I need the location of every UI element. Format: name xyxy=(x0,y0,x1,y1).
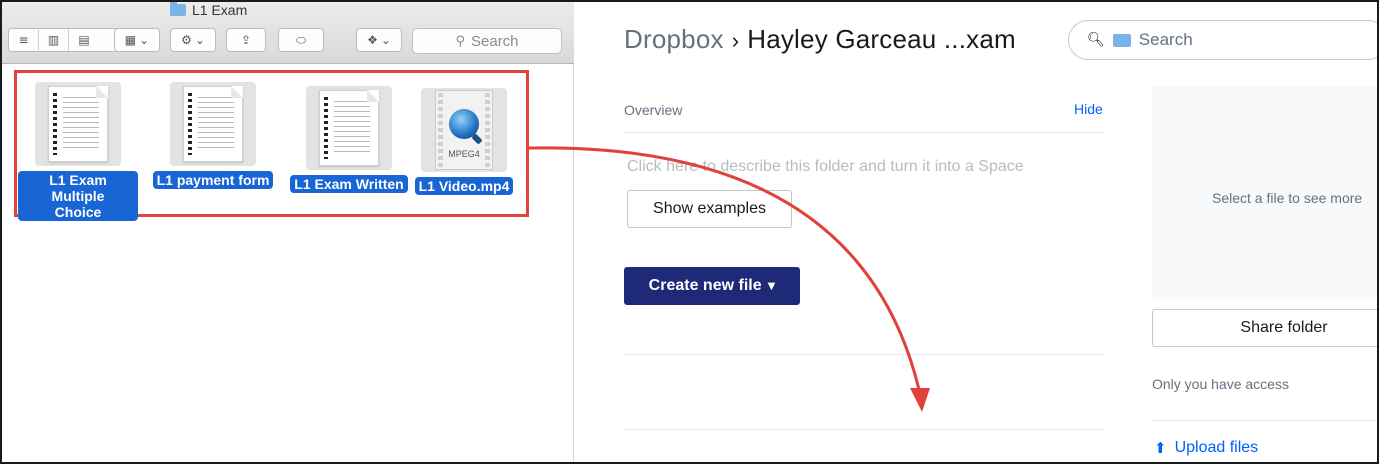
chevron-down-icon: ⌄ xyxy=(380,33,391,47)
finder-search-field[interactable]: ⚲ Search xyxy=(412,28,562,54)
breadcrumb-root-link[interactable]: Dropbox xyxy=(624,24,724,54)
file-thumbnail: MPEG4 xyxy=(421,88,507,172)
divider xyxy=(1152,420,1377,421)
describe-folder-prompt[interactable]: Click here to describe this folder and t… xyxy=(627,158,1024,176)
divider xyxy=(624,429,1104,430)
finder-title-text: L1 Exam xyxy=(192,2,248,18)
access-status-text: Only you have access xyxy=(1152,376,1289,392)
folder-icon xyxy=(1112,33,1131,47)
dropbox-search-input[interactable]: 🔍︎ Search xyxy=(1068,20,1377,60)
document-icon xyxy=(183,86,243,162)
video-file-icon: MPEG4 xyxy=(435,90,493,170)
tag-icon: ⬭ xyxy=(295,32,307,47)
finder-window: L1 Exam ≡ ▥ ▤ ▦ ⌄ ⚙ ⌄ ⇪ ⬭ ❖ ⌄ ⚲ Search L… xyxy=(2,2,574,462)
chevron-down-icon: ⌄ xyxy=(139,33,150,47)
breadcrumb-separator-icon: › xyxy=(731,28,740,53)
file-item[interactable]: MPEG4 L1 Video.mp4 xyxy=(412,88,516,196)
tag-button[interactable]: ⬭ xyxy=(278,28,324,52)
divider xyxy=(624,132,1104,133)
create-new-file-button[interactable]: Create new file ▼ xyxy=(624,267,800,305)
dropbox-menu-button[interactable]: ❖ ⌄ xyxy=(356,28,402,52)
file-thumbnail xyxy=(306,86,392,170)
show-examples-button[interactable]: Show examples xyxy=(627,190,792,228)
finder-toolbar: L1 Exam ≡ ▥ ▤ ▦ ⌄ ⚙ ⌄ ⇪ ⬭ ❖ ⌄ ⚲ Search xyxy=(2,2,574,64)
share-button[interactable]: ⇪ xyxy=(226,28,266,52)
folder-icon xyxy=(170,2,186,16)
finder-search-placeholder: Search xyxy=(471,32,519,50)
screenshot-frame: L1 Exam ≡ ▥ ▤ ▦ ⌄ ⚙ ⌄ ⇪ ⬭ ❖ ⌄ ⚲ Search L… xyxy=(0,0,1379,464)
document-icon xyxy=(319,90,379,166)
view-mode-segment[interactable]: ≡ ▥ ▤ xyxy=(8,28,128,52)
document-icon xyxy=(48,86,108,162)
file-name-label: L1 Video.mp4 xyxy=(414,177,514,195)
arrange-button[interactable]: ▦ ⌄ xyxy=(114,28,160,52)
dropbox-web-page: Dropbox › Hayley Garceau ...xam 🔍︎ Search … xyxy=(574,2,1377,462)
column-view-icon[interactable]: ▥ xyxy=(39,29,69,51)
gear-icon: ⚙ xyxy=(181,33,192,47)
finder-window-title: L1 Exam xyxy=(170,2,247,18)
upload-arrow-icon: ⬆ xyxy=(1154,439,1167,457)
file-item[interactable]: L1 payment form xyxy=(150,82,276,190)
overview-label: Overview xyxy=(624,102,683,118)
breadcrumb-current-folder: Hayley Garceau ...xam xyxy=(747,24,1016,54)
dropbox-search-placeholder: Search xyxy=(1138,30,1193,49)
file-name-label: L1 Exam Multiple Choice xyxy=(18,171,138,221)
list-view-icon[interactable]: ≡ xyxy=(9,29,39,51)
arrange-icon: ▦ xyxy=(124,33,137,47)
mpeg4-badge: MPEG4 xyxy=(448,149,480,159)
chevron-down-icon: ⌄ xyxy=(194,33,205,47)
file-thumbnail xyxy=(170,82,256,166)
file-preview-panel: Select a file to see more xyxy=(1152,86,1377,300)
quicktime-icon xyxy=(449,109,479,139)
search-icon: ⚲ xyxy=(455,33,465,49)
file-item[interactable]: L1 Exam Multiple Choice xyxy=(18,82,138,222)
file-name-label: L1 Exam Written xyxy=(290,175,408,193)
dropbox-icon: ❖ xyxy=(367,33,378,47)
breadcrumb: Dropbox › Hayley Garceau ...xam xyxy=(624,24,1016,55)
preview-placeholder-text: Select a file to see more xyxy=(1212,190,1363,206)
file-thumbnail xyxy=(35,82,121,166)
action-button[interactable]: ⚙ ⌄ xyxy=(170,28,216,52)
caret-down-icon: ▼ xyxy=(767,280,776,292)
share-icon: ⇪ xyxy=(240,33,252,47)
file-name-label: L1 payment form xyxy=(152,171,274,189)
share-folder-button[interactable]: Share folder xyxy=(1152,309,1377,347)
upload-files-link[interactable]: ⬆ Upload files xyxy=(1154,439,1258,457)
search-icon: 🔍︎ xyxy=(1087,32,1105,48)
file-item[interactable]: L1 Exam Written xyxy=(288,86,410,194)
divider xyxy=(624,354,1104,355)
create-new-file-label: Create new file xyxy=(648,277,762,294)
hide-overview-link[interactable]: Hide xyxy=(1074,101,1103,117)
coverflow-view-icon[interactable]: ▤ xyxy=(69,29,99,51)
upload-files-label: Upload files xyxy=(1174,439,1259,456)
